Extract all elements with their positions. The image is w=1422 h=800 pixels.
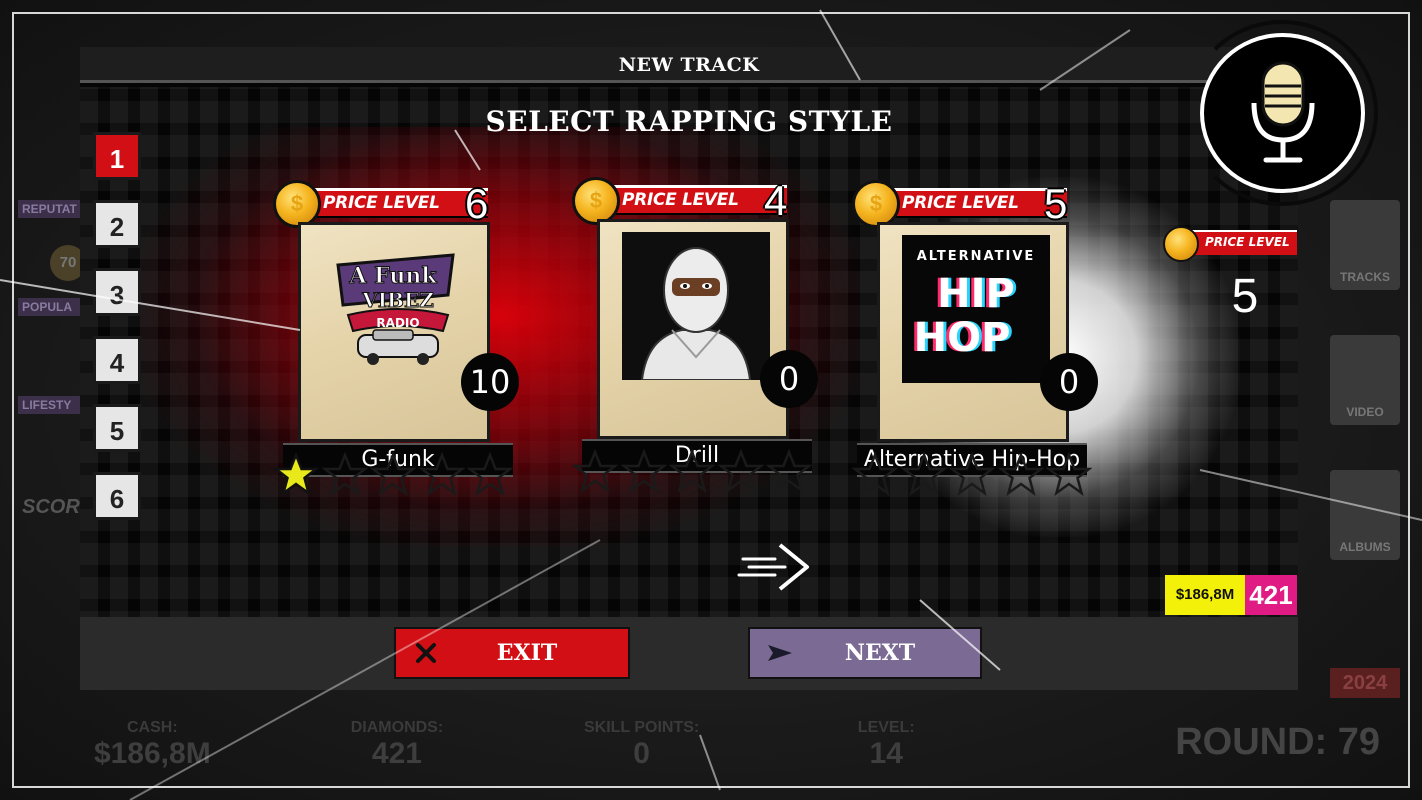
price-level-value: 5: [1044, 180, 1068, 227]
next-button[interactable]: NEXT: [748, 627, 982, 679]
style-card-g-funk[interactable]: PRICE LEVEL 6 A Funk VIBEZ RADIO 10: [273, 180, 519, 510]
star-icon: [997, 452, 1044, 496]
background-right-panel: TRACKS VIDEO ALBUMS: [1330, 200, 1405, 605]
star-icon: [852, 452, 898, 496]
next-arrow-icon[interactable]: [735, 537, 815, 597]
coin-icon: [572, 177, 620, 225]
price-tag: PRICE LEVEL 4: [572, 177, 812, 225]
star-icon: [949, 452, 995, 496]
side-price-label: PRICE LEVEL: [1205, 235, 1290, 249]
bg-stat-skill-points: SKILL POINTS: 0: [583, 719, 700, 770]
star-icon: [900, 452, 947, 496]
svg-text:A Funk: A Funk: [348, 263, 437, 289]
exit-button[interactable]: EXIT: [394, 627, 630, 679]
bg-round-counter: ROUND: 79: [1175, 721, 1380, 763]
diamond-badge: 421: [1245, 575, 1297, 615]
bg-label-reputation: REPUTAT: [18, 200, 88, 218]
card-paper: 0: [597, 219, 818, 439]
style-card-drill[interactable]: PRICE LEVEL 4 0 Drill: [572, 177, 818, 507]
side-price-level-value: 5: [1231, 270, 1259, 323]
price-label: PRICE LEVEL: [902, 193, 1019, 213]
coin-icon: [273, 180, 321, 228]
style-card-alternative-hip-hop[interactable]: PRICE LEVEL 5 ALTERNATIVE HIP HOP 0 Alte…: [852, 180, 1098, 510]
skill-value: 10: [461, 353, 519, 411]
select-style-heading: SELECT RAPPING STYLE: [485, 105, 893, 138]
star-icon: [669, 449, 715, 493]
star-icon: [418, 452, 465, 496]
dialog-footer: [80, 617, 1298, 690]
dialog-title: NEW TRACK: [618, 54, 760, 76]
bg-label-score: SCORE: [22, 496, 94, 518]
price-level-value: 6: [465, 180, 489, 227]
next-button-label: NEXT: [844, 640, 916, 666]
exit-button-label: EXIT: [496, 640, 558, 666]
star-icon: [717, 449, 764, 493]
star-icon: [1046, 452, 1092, 496]
star-rating: [572, 449, 812, 493]
coin-icon: [852, 180, 900, 228]
cash-badge: $186,8M: [1165, 575, 1245, 615]
art-text-top: ALTERNATIVE: [916, 249, 1036, 264]
star-rating: [852, 452, 1092, 496]
play-arrow-icon: [750, 643, 810, 663]
card-paper: ALTERNATIVE HIP HOP 0: [877, 222, 1098, 442]
price-tag: PRICE LEVEL 6: [273, 180, 513, 228]
skill-value: 0: [760, 350, 818, 408]
star-icon: [370, 452, 416, 496]
star-rating: [273, 452, 513, 496]
tab-step-6[interactable]: 6: [93, 472, 141, 520]
bg-video-button: VIDEO: [1330, 335, 1400, 425]
bg-tracks-button: TRACKS: [1330, 200, 1400, 290]
star-icon: [766, 449, 812, 493]
alternative-hip-hop-logo-icon: ALTERNATIVE HIP HOP: [902, 235, 1050, 383]
tab-step-5[interactable]: 5: [93, 404, 141, 452]
microphone-icon: [1200, 33, 1365, 193]
star-icon: [467, 452, 513, 496]
star-icon-filled: [273, 452, 319, 496]
new-track-dialog: NEW TRACK SELECT RAPPING STYLE 1 2 3 4 5…: [80, 47, 1298, 690]
svg-text:RADIO: RADIO: [376, 316, 419, 330]
skill-value: 0: [1040, 353, 1098, 411]
price-level-value: 4: [764, 177, 788, 224]
bg-stat-level: LEVEL: 14: [857, 719, 915, 770]
tab-step-4[interactable]: 4: [93, 336, 141, 384]
bg-stat-diamonds: DIAMONDS: 421: [350, 719, 444, 770]
close-icon: [396, 642, 456, 664]
masked-rapper-portrait-icon: [622, 232, 770, 380]
price-label: PRICE LEVEL: [323, 193, 440, 213]
tab-step-1[interactable]: 1: [93, 132, 141, 180]
afunk-vibez-radio-logo-icon: A Funk VIBEZ RADIO: [323, 235, 471, 383]
bg-year-badge: 2024: [1330, 668, 1400, 698]
background-stats-bar: CASH: $186,8M DIAMONDS: 421 SKILL POINTS: 0…: [30, 705, 1400, 785]
step-tabs: 1 2 3 4 5 6: [93, 132, 143, 540]
star-icon: [620, 449, 667, 493]
price-tag: PRICE LEVEL 5: [852, 180, 1092, 228]
price-label: PRICE LEVEL: [622, 190, 739, 210]
bg-label-popularity: POPULA: [18, 298, 88, 316]
side-coin-icon: [1163, 226, 1199, 262]
bg-stat-cash: CASH: $186,8M: [93, 719, 211, 770]
bg-label-lifestyle: LIFESTY: [18, 396, 88, 414]
card-paper: A Funk VIBEZ RADIO 10: [298, 222, 519, 442]
tab-step-3[interactable]: 3: [93, 268, 141, 316]
star-icon: [572, 449, 618, 493]
bg-albums-button: ALBUMS: [1330, 470, 1400, 560]
tab-step-2[interactable]: 2: [93, 200, 141, 248]
star-icon: [321, 452, 368, 496]
art-text-bot: HOP: [913, 315, 1011, 361]
art-text-mid: HIP: [937, 271, 1015, 317]
